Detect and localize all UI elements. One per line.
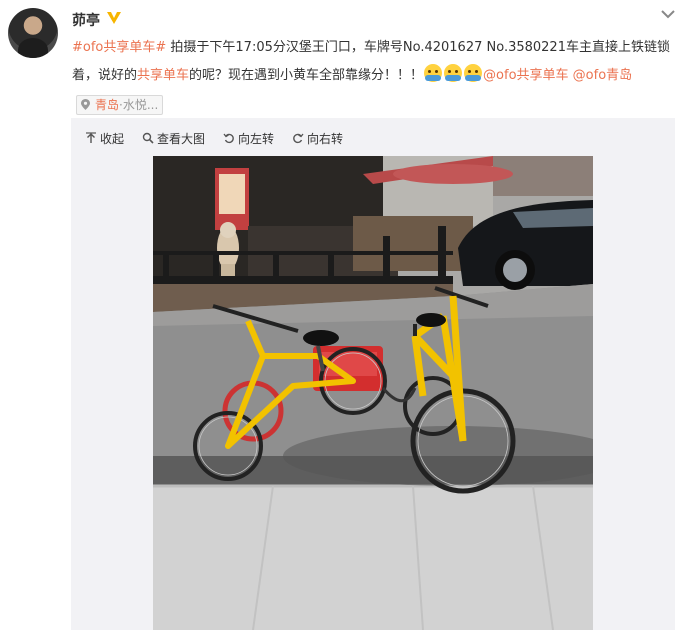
hug-emoji-icon [424,64,443,82]
view-large-button[interactable]: 查看大图 [142,128,205,148]
arrow-up-icon [86,132,96,143]
location-tag[interactable]: 青岛 · 水悦... [76,94,164,115]
location-place: 水悦... [122,97,159,112]
location-city: 青岛 [95,97,120,112]
rotate-right-icon [293,133,304,144]
collapse-label: 收起 [100,131,125,146]
view-large-label: 查看大图 [157,131,206,146]
post-text-part-2: 的呢？现在遇到小黄车全部靠缘分！！！ [189,68,424,83]
topic-link[interactable]: #ofo共享单车# [72,40,166,55]
post-photo[interactable] [153,156,593,630]
rotate-left-icon [223,133,234,144]
rotate-left-button[interactable]: 向左转 [223,128,274,148]
map-pin-icon [81,99,90,110]
hug-emoji-icon [444,64,463,82]
hug-emoji-icon [464,64,483,82]
yellow-v-verified-icon [107,12,121,24]
username[interactable]: 茆亭 [72,10,100,30]
image-toolbar: 收起 查看大图 向左转 向右转 [85,128,343,148]
avatar[interactable] [8,8,58,58]
media-panel: 收起 查看大图 向左转 向右转 [71,118,675,630]
post-text: #ofo共享单车# 拍摄于下午17:05分汉堡王门口，车牌号No.4201627… [72,34,682,118]
mention-ofo-qingdao[interactable]: @ofo青岛 [573,68,632,83]
rotate-right-label: 向右转 [307,131,344,146]
magnifier-icon [142,132,154,144]
collapse-button[interactable]: 收起 [85,128,124,148]
shared-bike-link[interactable]: 共享单车 [137,68,189,83]
chevron-down-icon[interactable] [660,8,676,20]
rotate-right-button[interactable]: 向右转 [292,128,343,148]
mention-ofo-bike[interactable]: @ofo共享单车 [483,68,568,83]
rotate-left-label: 向左转 [238,131,275,146]
